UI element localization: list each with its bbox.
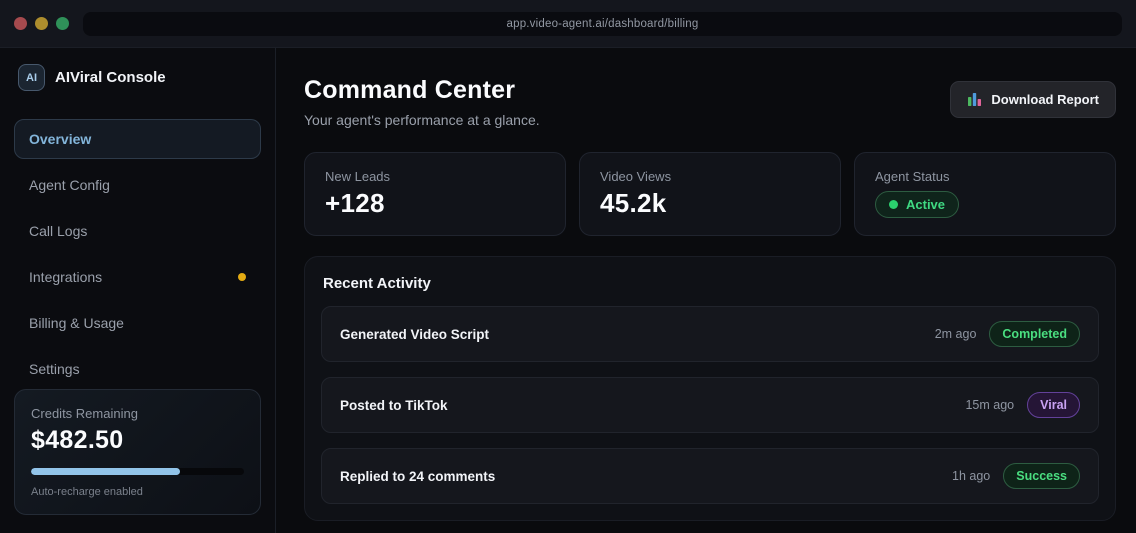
credits-label: Credits Remaining: [31, 406, 138, 421]
address-bar-url: app.video-agent.ai/dashboard/billing: [506, 17, 699, 30]
sidebar-item-label: Overview: [29, 131, 92, 147]
activity-row[interactable]: Replied to 24 comments 1h ago Success: [321, 448, 1099, 504]
activity-row-time: 1h ago: [952, 469, 991, 483]
activity-row-meta: 2m ago Completed: [935, 321, 1080, 347]
recent-activity-list: Generated Video Script 2m ago Completed …: [321, 306, 1099, 504]
activity-status-badge: Completed: [989, 321, 1080, 347]
stat-label: Video Views: [600, 169, 672, 184]
download-report-label: Download Report: [991, 92, 1099, 107]
activity-row-meta: 1h ago Success: [952, 463, 1080, 489]
sidebar-item-billing-usage[interactable]: Billing & Usage: [14, 303, 261, 343]
activity-row-meta: 15m ago Viral: [965, 392, 1080, 418]
app-logo-icon: AI: [18, 64, 45, 91]
page-header-text: Command Center Your agent's performance …: [304, 76, 540, 128]
activity-status-badge: Success: [1003, 463, 1080, 489]
download-report-button[interactable]: Download Report: [950, 81, 1116, 118]
sidebar-item-call-logs[interactable]: Call Logs: [14, 211, 261, 251]
main-content: Command Center Your agent's performance …: [276, 48, 1136, 533]
bar-chart-icon: [968, 93, 982, 106]
stat-label: Agent Status: [875, 169, 950, 184]
agent-status-label: Active: [906, 197, 946, 212]
recent-activity-title: Recent Activity: [323, 275, 431, 292]
stat-value: 45.2k: [600, 188, 667, 218]
stat-card-agent-status: Agent Status Active: [854, 152, 1116, 236]
sidebar-item-label: Integrations: [29, 269, 103, 285]
credits-progress-fill: [31, 468, 181, 475]
stats-row: New Leads +128 Video Views 45.2k Agent S…: [304, 152, 1116, 236]
credits-note: Auto-recharge enabled: [31, 486, 143, 498]
notification-dot-icon: [238, 273, 246, 281]
sidebar-item-integrations[interactable]: Integrations: [14, 257, 261, 297]
agent-status-badge: Active: [875, 191, 960, 218]
status-dot-icon: [889, 200, 898, 209]
stat-value: +128: [325, 188, 385, 218]
credits-card: Credits Remaining $482.50 Auto-recharge …: [14, 389, 261, 515]
sidebar-item-label: Billing & Usage: [29, 315, 124, 331]
page-title: Command Center: [304, 76, 516, 104]
recent-activity-panel: Recent Activity Generated Video Script 2…: [304, 256, 1116, 521]
credits-progress-track: [31, 468, 244, 475]
activity-row-title: Replied to 24 comments: [340, 468, 496, 484]
page-subtitle: Your agent's performance at a glance.: [304, 112, 540, 128]
stat-label: New Leads: [325, 169, 391, 184]
activity-status-badge: Viral: [1027, 392, 1080, 418]
address-bar[interactable]: app.video-agent.ai/dashboard/billing: [83, 11, 1122, 36]
sidebar-nav: Overview Agent Config Call Logs Integrat…: [14, 119, 261, 389]
sidebar-item-label: Call Logs: [29, 223, 88, 239]
sidebar: AI AIViral Console Overview Agent Config…: [0, 48, 276, 533]
brand: AI AIViral Console: [14, 64, 261, 91]
app-title: AIViral Console: [55, 69, 166, 86]
window-controls: [14, 17, 69, 30]
activity-row-title: Generated Video Script: [340, 326, 490, 342]
page-header: Command Center Your agent's performance …: [304, 76, 1116, 128]
activity-row-time: 2m ago: [934, 327, 977, 341]
activity-row-title: Posted to TikTok: [340, 397, 448, 413]
activity-row-time: 15m ago: [965, 398, 1015, 412]
activity-row[interactable]: Generated Video Script 2m ago Completed: [321, 306, 1099, 362]
stat-card-new-leads: New Leads +128: [304, 152, 566, 236]
credits-value: $482.50: [31, 426, 124, 454]
sidebar-item-settings[interactable]: Settings: [14, 349, 261, 389]
close-window-button[interactable]: [14, 17, 27, 30]
sidebar-item-label: Agent Config: [29, 177, 110, 193]
activity-row[interactable]: Posted to TikTok 15m ago Viral: [321, 377, 1099, 433]
window-titlebar: app.video-agent.ai/dashboard/billing: [0, 0, 1136, 48]
sidebar-item-overview[interactable]: Overview: [14, 119, 261, 159]
sidebar-item-label: Settings: [29, 361, 80, 377]
sidebar-item-agent-config[interactable]: Agent Config: [14, 165, 261, 205]
maximize-window-button[interactable]: [56, 17, 69, 30]
minimize-window-button[interactable]: [35, 17, 48, 30]
stat-card-video-views: Video Views 45.2k: [579, 152, 841, 236]
